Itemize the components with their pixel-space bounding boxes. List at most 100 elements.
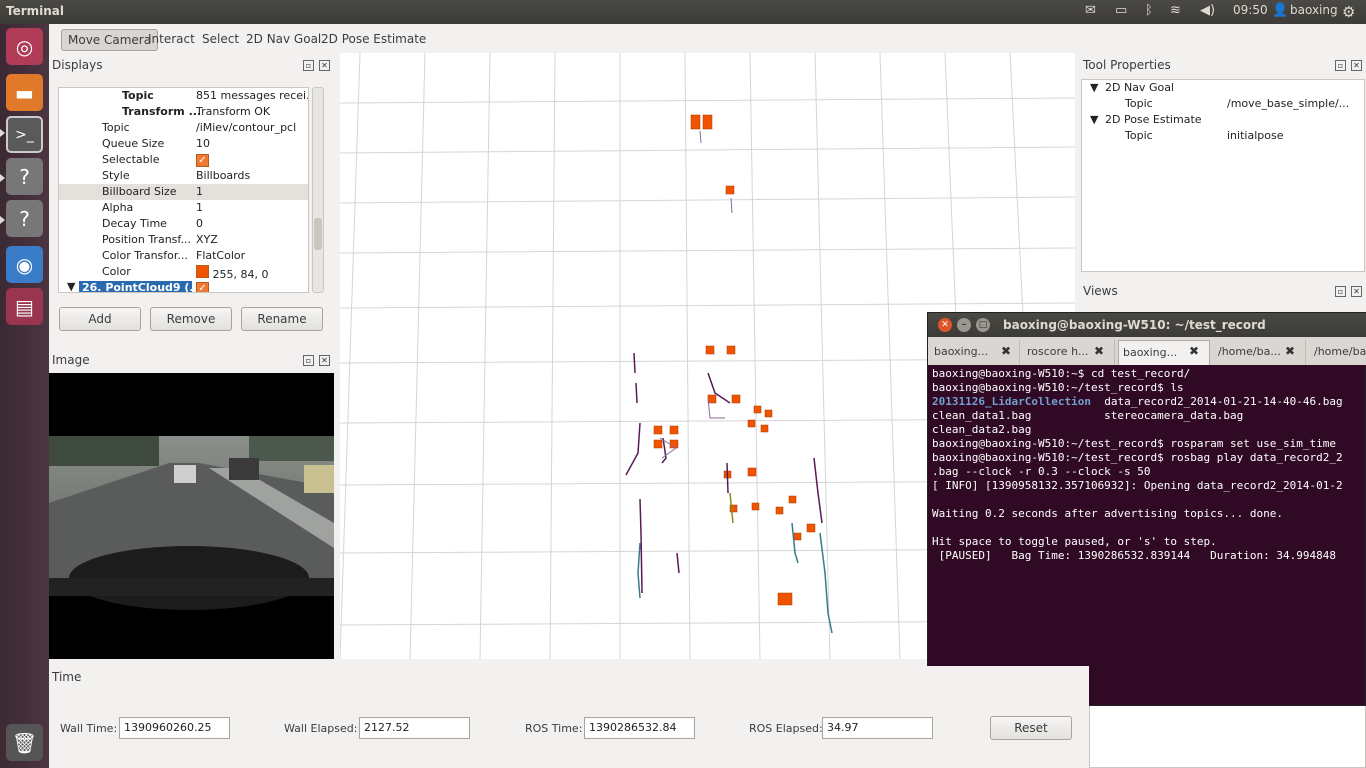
terminal-title: baoxing@baoxing-W510: ~/test_record <box>1003 318 1266 332</box>
close-icon[interactable]: ✕ <box>1351 60 1362 71</box>
top-panel: Terminal ✉ ▭ ᛒ ≋ ◀) 09:50 👤 baoxing ⚙ <box>0 0 1366 24</box>
directory-name: 20131126_LidarCollection <box>932 395 1091 408</box>
add-button[interactable]: Add <box>59 307 141 331</box>
wall-time-label: Wall Time: <box>60 722 118 735</box>
terminal-line: 20131126_LidarCollection data_record2_20… <box>932 395 1343 408</box>
files-icon[interactable]: ▬ <box>6 74 43 111</box>
terminal-icon[interactable]: >_ <box>6 116 43 153</box>
close-tab-icon[interactable]: ✖ <box>1189 344 1199 358</box>
terminal-line: clean_data2.bag <box>932 423 1032 436</box>
close-icon[interactable]: ✕ <box>1351 286 1362 297</box>
display-item[interactable]: ▼ 26. PointCloud9 (... ✓ <box>59 280 308 292</box>
chrome-icon[interactable]: ◉ <box>6 246 43 283</box>
float-icon[interactable]: ▫ <box>303 355 314 366</box>
property-row[interactable]: Position Transf... XYZ <box>59 232 308 248</box>
time-panel: Time Wall Time: 1390960260.25 Wall Elaps… <box>49 666 1089 768</box>
volume-icon[interactable]: ◀) <box>1200 3 1215 18</box>
property-row[interactable]: Queue Size 10 <box>59 136 308 152</box>
terminal-titlebar: ✕ – □ baoxing@baoxing-W510: ~/test_recor… <box>928 313 1366 337</box>
gear-icon[interactable]: ⚙ <box>1342 3 1355 21</box>
views-title: Views <box>1083 284 1118 298</box>
wall-elapsed-field[interactable]: 2127.52 <box>359 717 470 739</box>
image-panel-title: Image <box>52 353 90 367</box>
property-row[interactable]: Transform ... Transform OK <box>59 104 308 120</box>
property-row[interactable]: Style Billboards <box>59 168 308 184</box>
terminal-line: [PAUSED] Bag Time: 1390286532.839144 Dur… <box>932 549 1336 562</box>
minimize-icon[interactable]: – <box>957 318 971 332</box>
property-row[interactable]: Topic/iMiev/contour_pcl <box>59 120 308 136</box>
interact-tool[interactable]: Interact <box>142 29 201 51</box>
camera-image <box>49 373 334 659</box>
wall-time-field[interactable]: 1390960260.25 <box>119 717 230 739</box>
float-icon[interactable]: ▫ <box>1335 286 1346 297</box>
pose-estimate-tool[interactable]: 2D Pose Estimate <box>315 29 432 51</box>
unknown-app-icon[interactable]: ? <box>6 158 43 195</box>
property-row[interactable]: Decay Time 0 <box>59 216 308 232</box>
tool-properties-tree: ▼ 2D Nav Goal Topic/move_base_simple/... … <box>1081 79 1365 272</box>
views-panel <box>1089 700 1366 768</box>
selectable-checkbox[interactable]: ✓ <box>196 154 209 167</box>
workspace-icon[interactable]: ▤ <box>6 288 43 325</box>
terminal-line: [ INFO] [1390958132.357106932]: Opening … <box>932 479 1343 492</box>
rename-button[interactable]: Rename <box>241 307 323 331</box>
terminal-line: clean_data1.bag stereocamera_data.bag <box>932 409 1244 422</box>
displays-tree: Topic 851 messages recei... Transform ...… <box>58 87 309 293</box>
close-window-icon[interactable]: ✕ <box>938 318 952 332</box>
ros-elapsed-field[interactable]: 34.97 <box>822 717 933 739</box>
unknown-app-icon[interactable]: ? <box>6 200 43 237</box>
close-tab-icon[interactable]: ✖ <box>1001 344 1011 358</box>
terminal-window: ✕ – □ baoxing@baoxing-W510: ~/test_recor… <box>927 312 1366 706</box>
close-icon[interactable]: ✕ <box>319 60 330 71</box>
property-row[interactable]: Selectable ✓ <box>59 152 308 168</box>
select-tool[interactable]: Select <box>196 29 245 51</box>
float-icon[interactable]: ▫ <box>303 60 314 71</box>
terminal-line: Hit space to toggle paused, or 's' to st… <box>932 535 1217 548</box>
float-icon[interactable]: ▫ <box>1335 60 1346 71</box>
time-panel-title: Time <box>52 670 82 684</box>
terminal-line: .bag --clock -r 0.3 --clock -s 50 <box>932 465 1151 478</box>
scroll-thumb[interactable] <box>314 218 322 250</box>
property-row[interactable]: Alpha 1 <box>59 200 308 216</box>
property-row[interactable]: Color Transfor... FlatColor <box>59 248 308 264</box>
displays-scrollbar[interactable] <box>312 87 324 293</box>
maximize-icon[interactable]: □ <box>976 318 990 332</box>
property-row[interactable]: Color 255, 84, 0 <box>59 264 308 281</box>
property-row[interactable]: Billboard Size 1 <box>59 184 308 200</box>
terminal-line: baoxing@baoxing-W510:~/test_record$ rosb… <box>932 451 1343 464</box>
close-tab-icon[interactable]: ✖ <box>1094 344 1104 358</box>
tool-properties-title: Tool Properties <box>1083 58 1171 72</box>
terminal-output[interactable]: baoxing@baoxing-W510:~$ cd test_record/b… <box>932 367 1364 703</box>
close-icon[interactable]: ✕ <box>319 355 330 366</box>
ubuntu-icon[interactable]: ◎ <box>6 28 43 65</box>
close-tab-icon[interactable]: ✖ <box>1285 344 1295 358</box>
bluetooth-icon[interactable]: ᛒ <box>1145 3 1153 18</box>
tool-item[interactable]: ▼ 2D Pose Estimate <box>1082 112 1364 128</box>
terminal-tabs: baoxing... ✖ roscore h... ✖ baoxing... ✖… <box>928 337 1366 365</box>
tool-item[interactable]: ▼ 2D Nav Goal <box>1082 80 1364 96</box>
user-name[interactable]: baoxing <box>1290 3 1338 17</box>
terminal-line: Waiting 0.2 seconds after advertising to… <box>932 507 1283 520</box>
trash-icon[interactable]: 🗑 <box>6 724 43 761</box>
property-row[interactable]: Topic initialpose <box>1082 128 1364 144</box>
terminal-tab[interactable]: /home/ba... <box>1310 340 1366 365</box>
remove-button[interactable]: Remove <box>150 307 232 331</box>
mail-icon[interactable]: ✉ <box>1085 3 1096 18</box>
property-row[interactable]: Topic 851 messages recei... <box>59 88 308 104</box>
ros-time-field[interactable]: 1390286532.84 <box>584 717 695 739</box>
enabled-checkbox[interactable]: ✓ <box>196 282 209 292</box>
reset-button[interactable]: Reset <box>990 716 1072 740</box>
battery-icon[interactable]: ▭ <box>1115 3 1127 18</box>
displays-title: Displays <box>52 58 103 72</box>
clock[interactable]: 09:50 <box>1233 3 1268 17</box>
wall-elapsed-label: Wall Elapsed: <box>284 722 358 735</box>
property-row[interactable]: Topic/move_base_simple/... <box>1082 96 1364 112</box>
rviz-toolbar: Move Camera Interact Select 2D Nav Goal … <box>49 24 1366 52</box>
terminal-line: baoxing@baoxing-W510:~/test_record$ ls <box>932 381 1184 394</box>
user-icon: 👤 <box>1272 3 1289 18</box>
terminal-line: baoxing@baoxing-W510:~$ cd test_record/ <box>932 367 1191 380</box>
wifi-icon[interactable]: ≋ <box>1170 3 1181 18</box>
color-swatch[interactable] <box>196 265 209 278</box>
expand-arrow-icon[interactable]: ▼ <box>67 280 75 292</box>
